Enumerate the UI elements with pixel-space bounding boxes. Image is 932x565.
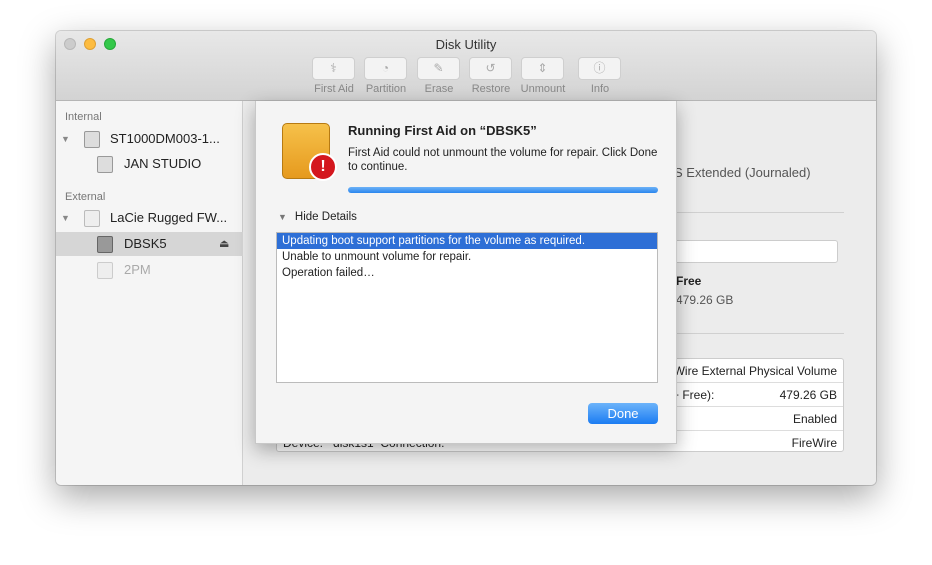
info-label: + Free): [672, 388, 715, 402]
log-line[interactable]: Operation failed… [277, 265, 657, 281]
hard-disk-icon [84, 131, 100, 148]
info-icon: ⓘ [578, 57, 621, 80]
sidebar-item-jan-studio[interactable]: JAN STUDIO [56, 152, 243, 176]
disclosure-triangle-icon[interactable]: ▼ [61, 206, 70, 230]
volume-icon [97, 236, 113, 253]
sidebar-item-lacie[interactable]: ▼ LaCie Rugged FW... [56, 206, 243, 230]
sidebar: Internal ▼ ST1000DM003-1... JAN STUDIO Ex… [56, 101, 243, 485]
info-value: eWire External Physical Volume [666, 364, 837, 378]
disclosure-triangle-icon[interactable]: ▼ [61, 127, 70, 151]
done-button[interactable]: Done [588, 403, 658, 424]
free-value: 479.26 GB [676, 293, 734, 307]
external-disk-icon [84, 210, 100, 227]
log-line[interactable]: Unable to unmount volume for repair. [277, 249, 657, 265]
toolbar-restore-button[interactable]: ↺ Restore [469, 57, 513, 95]
toggle-label: Hide Details [294, 211, 357, 223]
section-internal: Internal [65, 111, 102, 123]
restore-icon: ↺ [469, 57, 512, 80]
stethoscope-icon: ⚕ [312, 57, 355, 80]
toolbar-info-button[interactable]: ⓘ Info [578, 57, 622, 95]
volume-icon [97, 156, 113, 173]
toolbar-partition-button[interactable]: ◔ Partition [364, 57, 408, 95]
partition-icon: ◔ [364, 57, 407, 80]
disclosure-triangle-icon: ▼ [278, 212, 287, 222]
free-label: Free [676, 274, 702, 288]
hide-details-toggle[interactable]: ▼ Hide Details [278, 211, 357, 223]
sidebar-item-st1000[interactable]: ▼ ST1000DM003-1... [56, 127, 243, 151]
details-log[interactable]: Updating boot support partitions for the… [276, 232, 658, 383]
toolbar-unmount-button[interactable]: ⇕ Unmount [521, 57, 565, 95]
info-value: 479.26 GB [779, 388, 837, 402]
log-line[interactable]: Updating boot support partitions for the… [277, 233, 657, 249]
erase-icon: ✎ [417, 57, 460, 80]
toolbar-label: Info [590, 83, 610, 95]
divider [677, 212, 844, 213]
eject-icon[interactable]: ⏏ [219, 232, 229, 256]
window-title: Disk Utility [435, 37, 497, 52]
divider [677, 333, 844, 334]
alert-icon: ! [309, 153, 337, 181]
unmount-icon: ⇕ [521, 57, 564, 80]
section-external: External [65, 191, 106, 203]
info-value: FireWire [791, 436, 837, 450]
toolbar-first-aid-button[interactable]: ⚕ First Aid [312, 57, 356, 95]
toolbar-erase-button[interactable]: ✎ Erase [417, 57, 461, 95]
usage-bar [670, 240, 838, 263]
progress-fill [348, 187, 658, 193]
sheet-title: Running First Aid on “DBSK5” [348, 123, 537, 138]
title-bar: Disk Utility ⚕ First Aid ◔ Partition ✎ Erase ↺… [56, 31, 876, 101]
volume-format: S Extended (Journaled) [674, 165, 811, 180]
volume-icon [97, 262, 113, 279]
first-aid-sheet: ! Running First Aid on “DBSK5” First Aid… [255, 101, 677, 444]
sidebar-item-dbsk5[interactable]: DBSK5 ⏏ [56, 232, 243, 256]
progress-bar [348, 187, 658, 193]
sheet-message: First Aid could not unmount the volume f… [348, 147, 658, 173]
toolbar-label: Unmount [520, 83, 566, 95]
sidebar-item-2pm[interactable]: 2PM [56, 258, 243, 282]
info-value: Enabled [792, 412, 837, 426]
